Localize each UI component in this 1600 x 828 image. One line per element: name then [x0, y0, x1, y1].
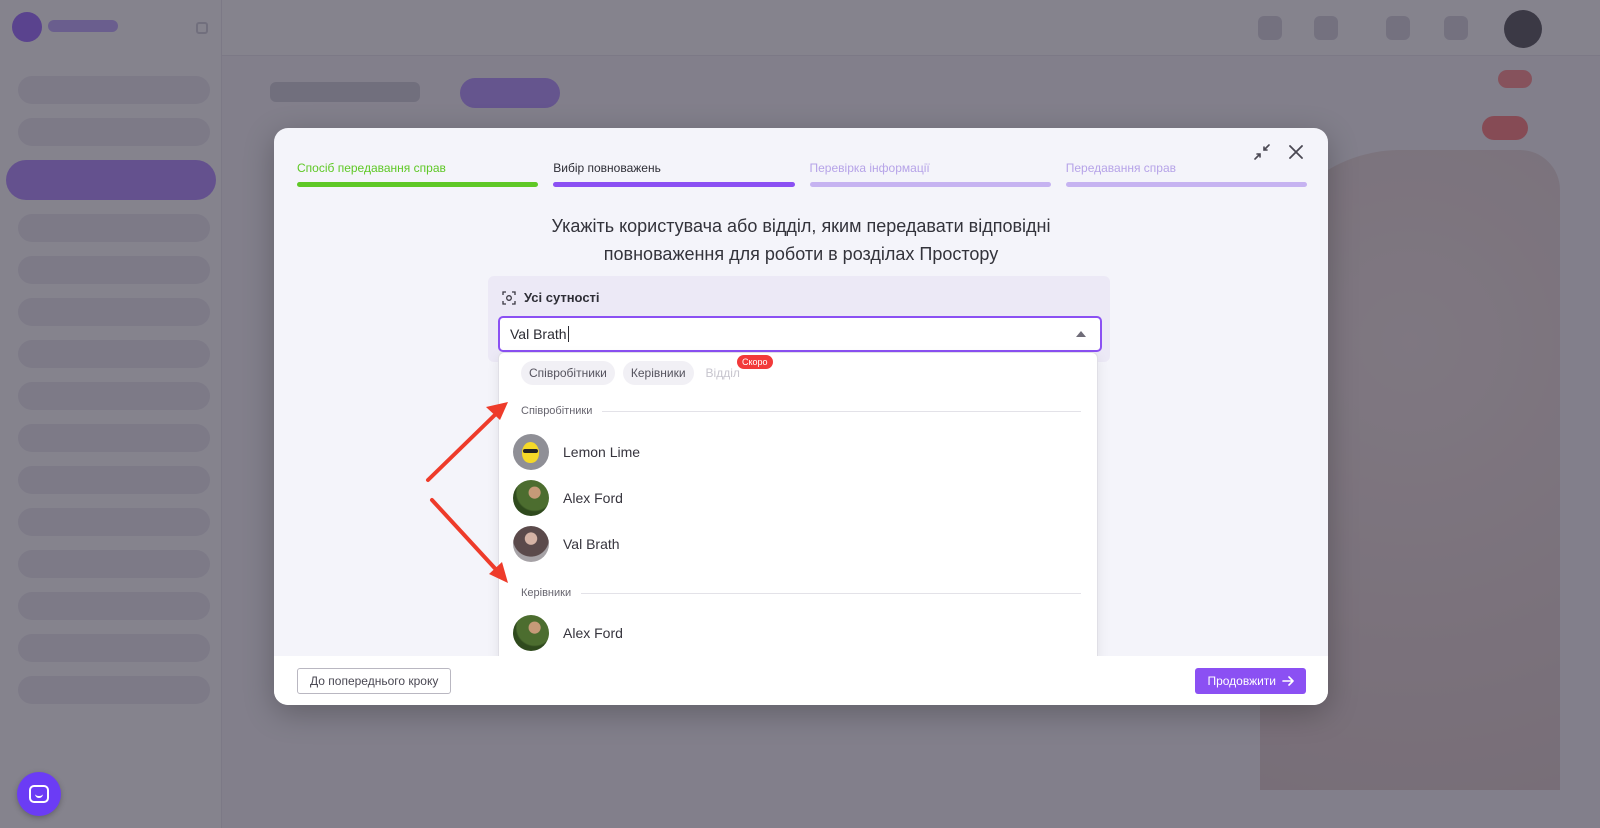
- minimize-icon[interactable]: [1252, 142, 1272, 162]
- heading-line: Укажіть користувача або відділ, яким пер…: [551, 216, 1051, 236]
- continue-button[interactable]: Продовжити: [1195, 668, 1306, 694]
- step-progress-bar: [297, 182, 539, 187]
- step-label: Передавання справ: [1065, 161, 1177, 175]
- entity-title-text: Усі сутності: [524, 290, 600, 305]
- chevron-up-icon[interactable]: [1076, 331, 1086, 337]
- modal-heading: Укажіть користувача або відділ, яким пер…: [274, 212, 1328, 268]
- group-label-managers: Керівники: [521, 587, 1081, 599]
- step-label: Спосіб передавання справ: [297, 161, 446, 175]
- select-value-text: Val Brath: [510, 326, 567, 342]
- modal-actions: [1252, 142, 1306, 162]
- transfer-modal: Спосіб передавання справ Вибір повноваже…: [274, 128, 1328, 705]
- filter-chips: Співробітники Керівники Відділ: [521, 361, 744, 385]
- list-item-user[interactable]: Val Brath: [513, 523, 1083, 565]
- avatar: [513, 480, 549, 516]
- entity-dropdown: Співробітники Керівники Відділ Скоро Спі…: [498, 352, 1098, 664]
- list-item-user[interactable]: Alex Ford: [513, 477, 1083, 519]
- user-name: Alex Ford: [563, 490, 623, 506]
- step-transfer-cases: Передавання справ: [1065, 161, 1307, 187]
- step-label: Перевірка інформації: [809, 161, 930, 175]
- group-label-text: Співробітники: [521, 405, 593, 417]
- entity-panel: Усі сутності Val Brath: [488, 276, 1110, 362]
- group-label-text: Керівники: [521, 587, 572, 599]
- step-progress-bar: [1065, 182, 1307, 187]
- group-divider: [602, 410, 1081, 412]
- step-progress-bar: [809, 182, 1051, 187]
- step-label: Вибір повноважень: [553, 161, 661, 175]
- step-select-permissions[interactable]: Вибір повноважень: [553, 161, 795, 187]
- entity-title: Усі сутності: [502, 290, 600, 305]
- wizard-steps: Спосіб передавання справ Вибір повноваже…: [297, 161, 1307, 187]
- soon-badge: Скоро: [737, 355, 773, 369]
- avatar: [513, 526, 549, 562]
- list-item-user[interactable]: Alex Ford: [513, 612, 1083, 654]
- filter-chip-managers[interactable]: Керівники: [622, 361, 694, 385]
- arrow-right-icon: [1282, 676, 1294, 686]
- annotation-arrow: [426, 406, 504, 482]
- close-icon[interactable]: [1286, 142, 1306, 162]
- modal-footer: До попереднього кроку Продовжити: [274, 656, 1328, 705]
- user-name: Alex Ford: [563, 625, 623, 641]
- chat-bubble-icon: [29, 785, 49, 803]
- continue-button-label: Продовжити: [1207, 674, 1276, 688]
- heading-line: повноваження для роботи в розділах Прост…: [603, 244, 999, 264]
- step-progress-bar: [553, 182, 795, 187]
- previous-step-button[interactable]: До попереднього кроку: [297, 668, 452, 694]
- group-label-employees: Співробітники: [521, 405, 1081, 417]
- step-verify-info: Перевірка інформації: [809, 161, 1051, 187]
- list-item-user[interactable]: Lemon Lime: [513, 431, 1083, 473]
- annotation-arrow: [430, 498, 504, 578]
- filter-chip-employees[interactable]: Співробітники: [521, 361, 615, 385]
- focus-frame-icon: [502, 290, 516, 305]
- avatar: [513, 615, 549, 651]
- step-transfer-method[interactable]: Спосіб передавання справ: [297, 161, 539, 187]
- avatar: [513, 434, 549, 470]
- user-name: Lemon Lime: [563, 444, 641, 460]
- user-name: Val Brath: [563, 536, 620, 552]
- select-value: Val Brath: [510, 326, 1076, 342]
- entity-select-input[interactable]: Val Brath: [498, 316, 1102, 352]
- group-divider: [581, 592, 1081, 594]
- support-chat-button[interactable]: [17, 772, 61, 816]
- text-caret: [567, 326, 569, 342]
